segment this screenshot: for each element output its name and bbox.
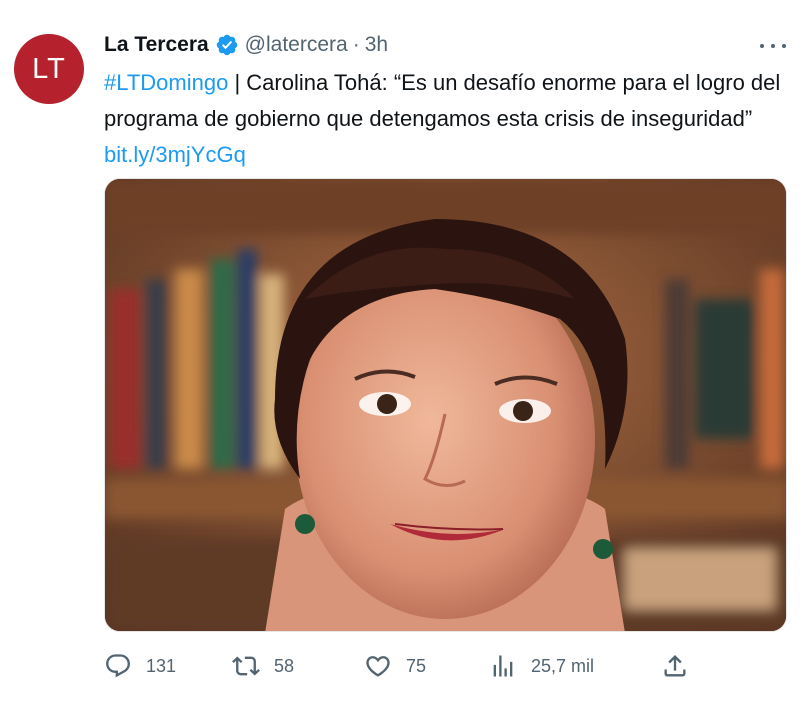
reply-count: 131 (146, 655, 177, 676)
tweet-actions: 131 58 75 25,7 mil (104, 646, 694, 686)
author-name[interactable]: La Tercera (104, 33, 209, 57)
reply-icon (106, 654, 130, 678)
more-options-icon[interactable] (758, 36, 788, 56)
like-button[interactable]: 75 (364, 652, 426, 680)
heart-icon (366, 656, 390, 677)
reply-button[interactable]: 131 (104, 652, 176, 680)
short-url-link[interactable]: bit.ly/3mjYcGq (104, 142, 246, 167)
avatar-text: LT (32, 52, 66, 85)
tweet-header: La Tercera @latercera · 3h (104, 30, 388, 60)
like-count: 75 (406, 655, 427, 676)
retweet-button[interactable]: 58 (232, 652, 294, 680)
portrait-image (105, 179, 786, 631)
verified-badge-icon (216, 34, 237, 56)
author-handle[interactable]: @latercera (245, 33, 348, 57)
views-button[interactable]: 25,7 mil (489, 652, 594, 680)
tweet-timestamp[interactable]: 3h (365, 33, 388, 57)
retweet-icon (232, 656, 260, 676)
avatar[interactable]: LT (14, 34, 84, 104)
separator-dot: · (352, 33, 360, 56)
share-button[interactable] (661, 652, 703, 680)
tweet-text: #LTDomingo | Carolina Tohá: “Es un desaf… (104, 65, 794, 173)
tweet-photo[interactable] (104, 178, 787, 632)
bar-chart-icon (493, 655, 513, 677)
hashtag-link[interactable]: #LTDomingo (104, 70, 228, 95)
share-icon (664, 655, 686, 677)
views-count: 25,7 mil (531, 655, 595, 676)
retweet-count: 58 (274, 655, 295, 676)
